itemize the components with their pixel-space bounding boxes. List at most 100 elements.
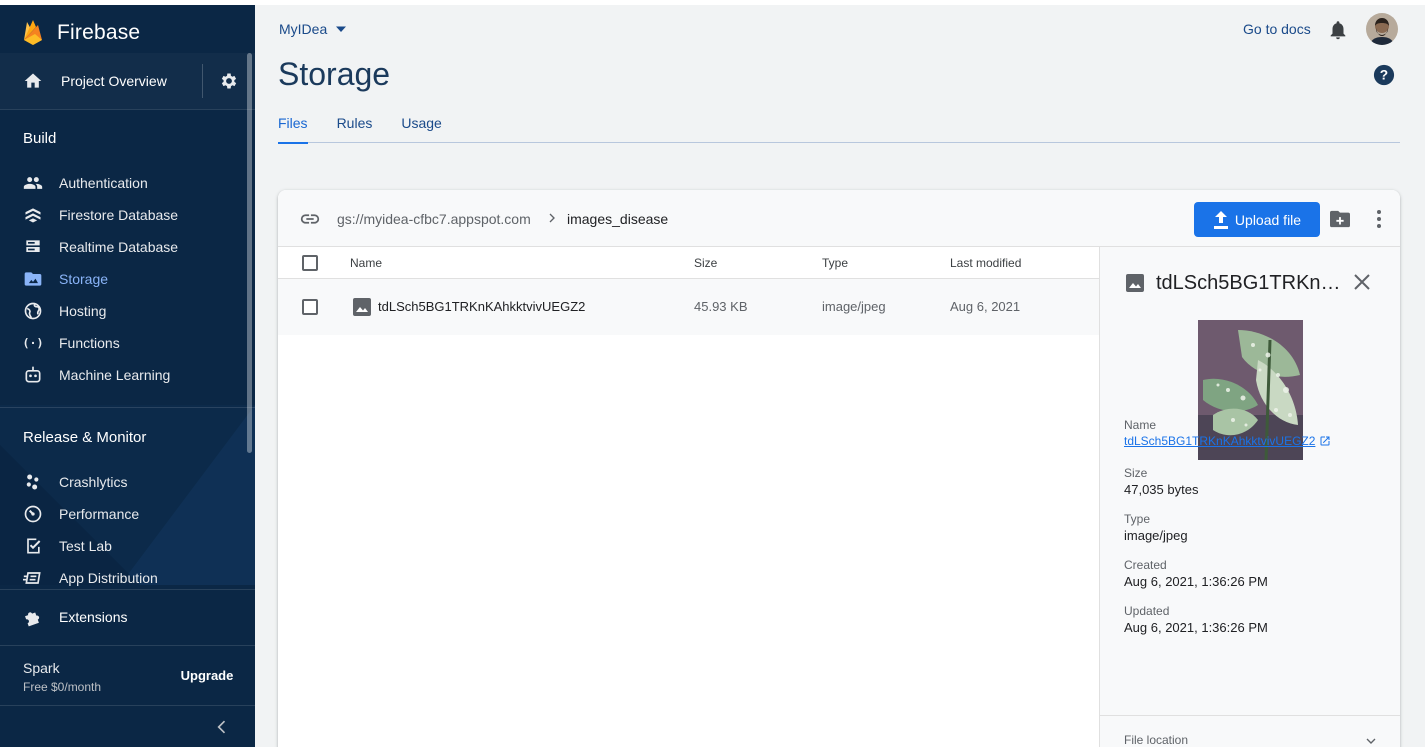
- table-row[interactable]: tdLSch5BG1TRKnKAhkktvivUEGZ2 45.93 KB im…: [278, 279, 1099, 335]
- sidebar-item-functions[interactable]: (·) Functions: [0, 327, 255, 359]
- column-header-last-modified[interactable]: Last modified: [950, 256, 1021, 270]
- divider: [0, 589, 255, 590]
- breadcrumb-bucket[interactable]: gs://myidea-cfbc7.appspot.com: [337, 211, 531, 227]
- detail-updated: Updated Aug 6, 2021, 1:36:26 PM: [1124, 604, 1268, 635]
- sidebar-item-authentication[interactable]: Authentication: [0, 167, 255, 199]
- avatar[interactable]: [1366, 13, 1398, 45]
- speedometer-icon: [23, 504, 43, 524]
- detail-value: tdLSch5BG1TRKnKAhkktvivUEGZ2: [1124, 434, 1316, 448]
- brand-name: Firebase: [57, 21, 141, 44]
- tab-rules[interactable]: Rules: [337, 107, 373, 143]
- select-all-checkbox[interactable]: [302, 255, 318, 271]
- column-header-size[interactable]: Size: [694, 256, 717, 270]
- sidebar-item-realtime-database[interactable]: Realtime Database: [0, 231, 255, 263]
- sidebar-item-label: App Distribution: [59, 570, 158, 586]
- detail-created: Created Aug 6, 2021, 1:36:26 PM: [1124, 558, 1268, 589]
- column-header-type[interactable]: Type: [822, 256, 848, 270]
- sidebar-item-label: Storage: [59, 271, 109, 287]
- project-switcher[interactable]: MyIDea: [279, 21, 347, 37]
- svg-text:(·): (·): [23, 336, 43, 350]
- file-browser-card: gs://myidea-cfbc7.appspot.com images_dis…: [278, 190, 1400, 747]
- window-top-edge: [0, 0, 1425, 5]
- user-avatar-icon: [1366, 13, 1398, 45]
- app-distribution-icon: [23, 568, 43, 588]
- project-name: MyIDea: [279, 21, 328, 37]
- detail-value: 47,035 bytes: [1124, 482, 1199, 497]
- detail-label: Name: [1124, 418, 1157, 432]
- file-size: 45.93 KB: [694, 299, 748, 314]
- sidebar-item-machine-learning[interactable]: Machine Learning: [0, 359, 255, 391]
- section-title-release-monitor: Release & Monitor: [23, 429, 147, 446]
- help-icon[interactable]: ?: [1373, 64, 1395, 86]
- robot-icon: [23, 365, 43, 385]
- sidebar: Firebase Project Overview Build Authenti…: [0, 5, 255, 747]
- sidebar-item-label: Machine Learning: [59, 367, 171, 383]
- billing-plan: Spark Free $0/month: [23, 660, 101, 694]
- divider: [0, 705, 255, 706]
- detail-value: Aug 6, 2021, 1:36:26 PM: [1124, 620, 1268, 635]
- detail-value: image/jpeg: [1124, 528, 1188, 543]
- sidebar-item-hosting[interactable]: Hosting: [0, 295, 255, 327]
- home-icon: [24, 73, 42, 88]
- file-download-link[interactable]: tdLSch5BG1TRKnKAhkktvivUEGZ2: [1124, 434, 1331, 448]
- file-table: Name Size Type Last modified tdLSch5BG1T…: [278, 247, 1099, 335]
- folder-image-icon: [23, 269, 43, 289]
- go-to-docs-link[interactable]: Go to docs: [1243, 21, 1311, 37]
- plan-price: Free $0/month: [23, 680, 102, 694]
- sidebar-item-label: Functions: [59, 335, 120, 351]
- main-content: MyIDea Go to docs Storage ? Files Rules …: [255, 5, 1425, 747]
- upload-file-button[interactable]: Upload file: [1194, 202, 1320, 237]
- globe-icon: [23, 301, 43, 321]
- gear-icon: [221, 73, 237, 89]
- chevron-right-icon: [549, 213, 555, 223]
- puzzle-icon: [23, 607, 43, 627]
- detail-size: Size 47,035 bytes: [1124, 466, 1198, 497]
- file-last-modified: Aug 6, 2021: [950, 299, 1021, 314]
- upload-icon: [1213, 210, 1228, 229]
- collapse-sidebar-icon[interactable]: [212, 717, 232, 737]
- firebase-brand[interactable]: Firebase: [23, 15, 140, 51]
- close-icon[interactable]: [1353, 273, 1371, 291]
- database-icon: [23, 237, 43, 257]
- breadcrumb-folder[interactable]: images_disease: [567, 211, 668, 227]
- link-icon[interactable]: [299, 208, 321, 230]
- people-icon: [23, 173, 43, 193]
- tab-usage[interactable]: Usage: [401, 107, 441, 143]
- sidebar-scrollbar[interactable]: [247, 53, 252, 453]
- project-overview-link[interactable]: Project Overview: [0, 53, 202, 109]
- file-location-section[interactable]: File location: [1124, 733, 1188, 747]
- release-monitor-nav: Crashlytics Performance Test Lab App Dis…: [0, 466, 255, 594]
- chevron-down-icon[interactable]: [1363, 733, 1379, 747]
- sidebar-item-label: Performance: [59, 506, 140, 522]
- crashlytics-icon: [23, 472, 43, 492]
- sidebar-item-test-lab[interactable]: Test Lab: [0, 530, 255, 562]
- open-in-new-icon: [1320, 436, 1330, 446]
- row-checkbox[interactable]: [302, 299, 318, 315]
- sidebar-item-extensions[interactable]: Extensions: [0, 601, 255, 633]
- file-browser-toolbar: gs://myidea-cfbc7.appspot.com images_dis…: [278, 190, 1400, 247]
- column-header-name[interactable]: Name: [350, 256, 382, 270]
- sidebar-item-performance[interactable]: Performance: [0, 498, 255, 530]
- divider: [0, 645, 255, 646]
- caret-down-icon: [336, 26, 347, 32]
- image-file-icon: [1126, 274, 1144, 292]
- sidebar-item-label: Crashlytics: [59, 474, 128, 490]
- file-name[interactable]: tdLSch5BG1TRKnKAhkktvivUEGZ2: [378, 299, 585, 314]
- page-title: Storage: [278, 56, 391, 92]
- divider: [1100, 715, 1400, 716]
- sidebar-item-storage[interactable]: Storage: [0, 263, 255, 295]
- divider: [0, 109, 255, 110]
- more-options-icon[interactable]: [1371, 209, 1387, 229]
- detail-name: Name tdLSch5BG1TRKnKAhkktvivUEGZ2: [1124, 418, 1331, 450]
- sidebar-item-label: Realtime Database: [59, 239, 179, 255]
- sidebar-item-crashlytics[interactable]: Crashlytics: [0, 466, 255, 498]
- upgrade-button[interactable]: Upgrade: [172, 661, 242, 689]
- bell-icon[interactable]: [1327, 19, 1349, 41]
- sidebar-item-label: Hosting: [59, 303, 107, 319]
- new-folder-icon[interactable]: [1329, 209, 1351, 229]
- divider: [0, 407, 255, 408]
- sidebar-item-firestore-database[interactable]: Firestore Database: [0, 199, 255, 231]
- file-details-panel: tdLSch5BG1TRKnKAhkktvivUEGZ2: [1099, 247, 1400, 747]
- tab-files[interactable]: Files: [278, 107, 308, 144]
- svg-text:?: ?: [1380, 68, 1388, 83]
